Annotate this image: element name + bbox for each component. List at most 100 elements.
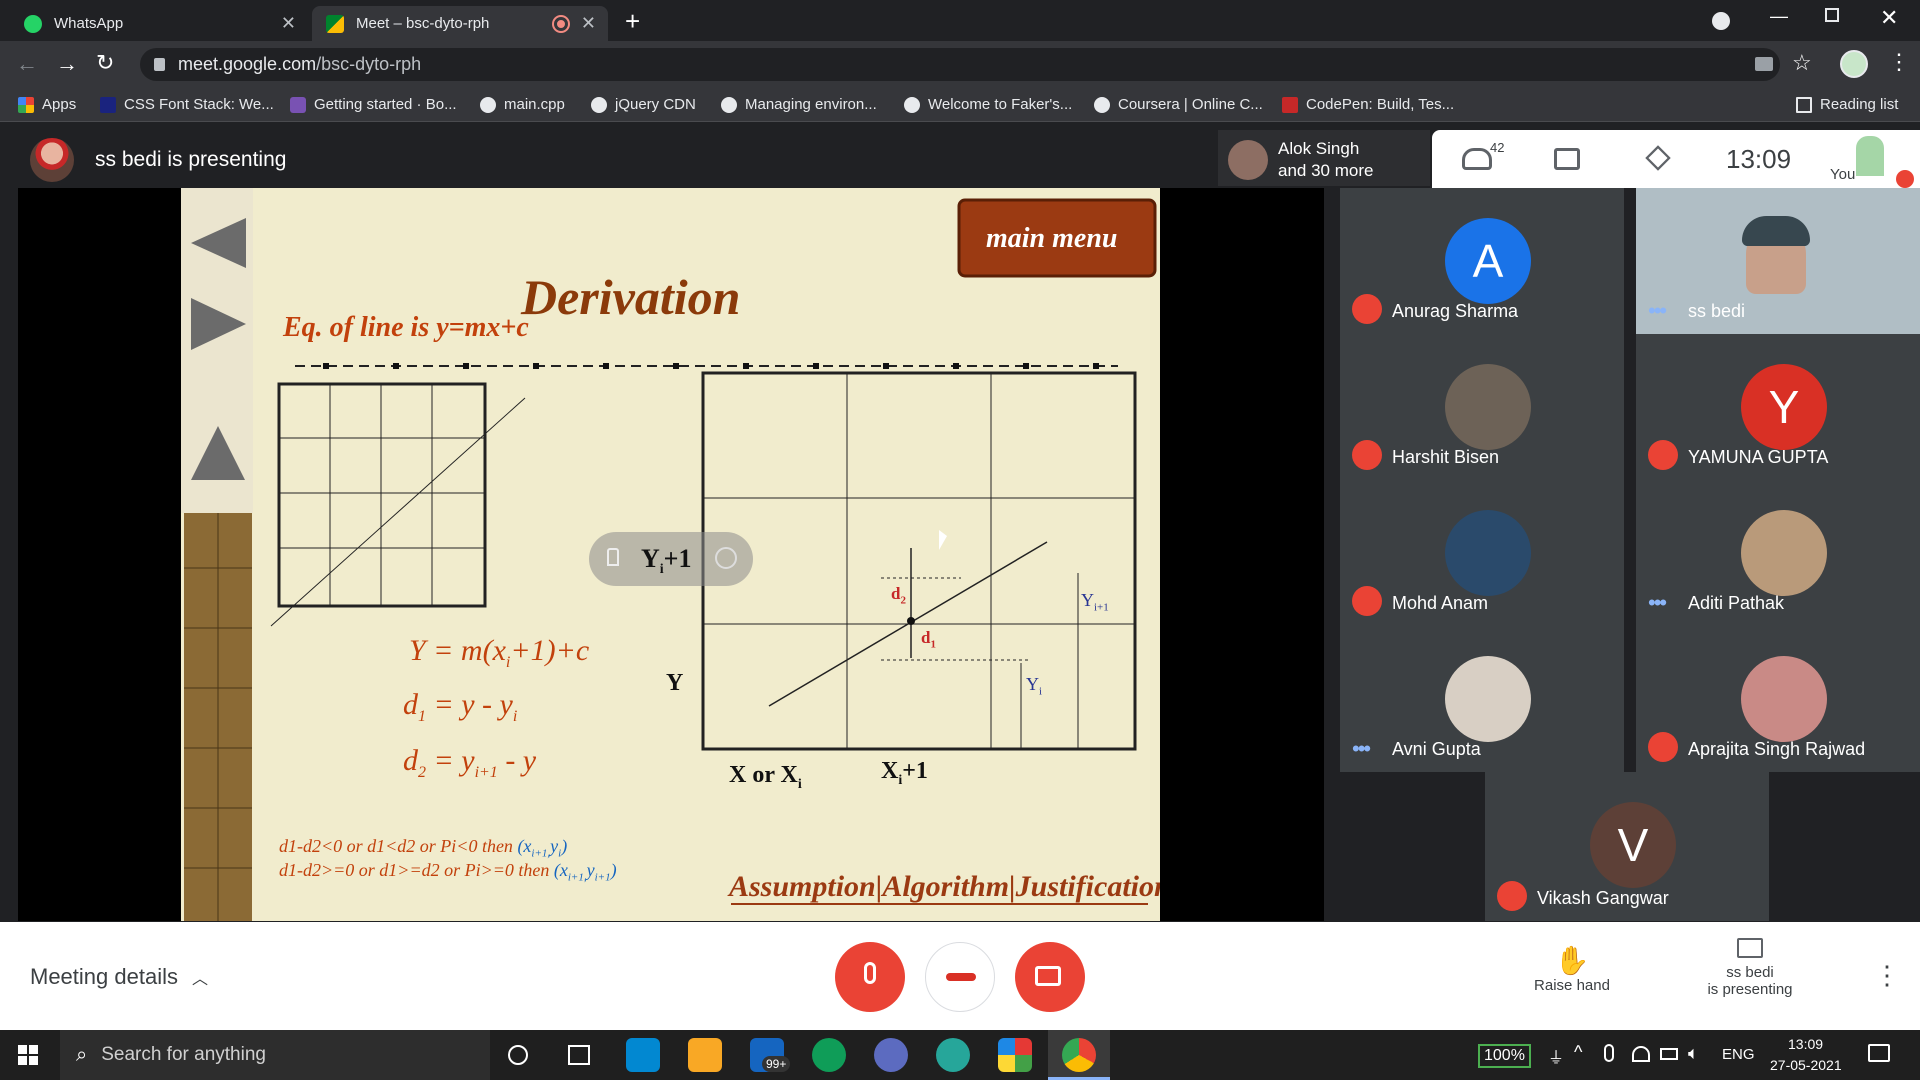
camera-off-icon	[1035, 966, 1061, 986]
pinned-tile-overlay[interactable]: Yi+1	[589, 532, 753, 586]
back-icon[interactable]: ←	[16, 51, 38, 77]
forward-icon[interactable]: →	[56, 51, 78, 77]
slide-title: Derivation	[521, 269, 741, 325]
taskbar-time[interactable]: 13:09	[1788, 1036, 1823, 1052]
mic-toggle-button[interactable]	[835, 942, 905, 1012]
lms-app-icon[interactable]	[626, 1038, 660, 1072]
r-app-icon[interactable]	[874, 1038, 908, 1072]
participant-tile[interactable]: Aprajita Singh Rajwad	[1636, 626, 1920, 772]
presenting-line-2: is presenting	[1707, 981, 1793, 998]
tab-whatsapp[interactable]: WhatsApp ✕	[10, 6, 308, 41]
minimize-icon[interactable]: —	[1770, 6, 1788, 27]
tab-search-icon[interactable]	[1712, 12, 1730, 30]
people-icon[interactable]	[1462, 148, 1492, 170]
others-avatar	[1228, 140, 1268, 180]
close-tab-icon[interactable]: ✕	[281, 13, 296, 34]
reading-list-button[interactable]: Reading list	[1796, 96, 1898, 113]
bookmark-label: Welcome to Faker's...	[928, 96, 1073, 113]
presenter-bar: ss bedi is presenting Alok Singh and 30 …	[0, 122, 1920, 188]
bookmark-coursera[interactable]: Coursera | Online C...	[1094, 96, 1263, 113]
main-menu-button[interactable]: main menu	[986, 223, 1117, 255]
taskbar-search[interactable]: ⌕ Search for anything	[60, 1030, 490, 1080]
battery-icon[interactable]	[1660, 1048, 1678, 1060]
present-screen-icon	[1737, 938, 1763, 958]
file-explorer-icon[interactable]	[688, 1038, 722, 1072]
show-hidden-icon[interactable]: ^	[1574, 1042, 1582, 1063]
new-tab-icon[interactable]: +	[625, 6, 640, 37]
tab-title: Meet – bsc-dyto-rph	[356, 15, 490, 32]
search-placeholder: Search for anything	[101, 1044, 266, 1065]
remove-icon[interactable]	[715, 547, 737, 569]
bookmark-css-font[interactable]: CSS Font Stack: We...	[100, 96, 274, 113]
windows-taskbar: ⌕ Search for anything 99+ 100% ⏚ ^ 🔈︎ EN…	[0, 1030, 1920, 1080]
wifi-icon[interactable]	[1632, 1046, 1650, 1062]
participant-tile[interactable]: A Anurag Sharma	[1340, 188, 1624, 334]
participant-tile[interactable]: Mohd Anam	[1340, 480, 1624, 626]
participant-name: Harshit Bisen	[1392, 447, 1500, 467]
camera-blocked-icon[interactable]	[1755, 57, 1773, 71]
presenting-button[interactable]: ss bedi is presenting	[1690, 938, 1810, 998]
recording-icon	[554, 17, 568, 31]
camera-toggle-button[interactable]	[1015, 942, 1085, 1012]
reading-list-label: Reading list	[1820, 96, 1899, 113]
participant-tile[interactable]: V Vikash Gangwar	[1485, 772, 1769, 921]
yi-label: Yi	[1026, 674, 1043, 698]
windows-start-icon[interactable]	[18, 1045, 38, 1065]
activities-icon[interactable]	[1645, 145, 1671, 171]
bookmark-label: Coursera | Online C...	[1118, 96, 1263, 113]
url-path: /bsc-dyto-rph	[316, 54, 422, 74]
cssfont-icon	[100, 96, 116, 113]
maximize-icon[interactable]	[1825, 8, 1839, 22]
bookmark-label: CSS Font Stack: We...	[124, 96, 274, 113]
self-view[interactable]	[1856, 136, 1884, 176]
bookmark-jquery[interactable]: jQuery CDN	[591, 96, 696, 113]
chevron-up-icon: ︿	[191, 971, 208, 988]
app-grid-icon[interactable]	[998, 1038, 1032, 1072]
profile-avatar[interactable]	[1840, 50, 1868, 78]
taskbar-date[interactable]: 27-05-2021	[1770, 1057, 1842, 1073]
close-tab-icon[interactable]: ✕	[581, 13, 596, 34]
slide-nav-links[interactable]: Assumption|Algorithm|Justification	[729, 870, 1160, 904]
participant-tile[interactable]: Harshit Bisen	[1340, 334, 1624, 480]
cortana-icon[interactable]	[508, 1045, 528, 1065]
bookmark-bootstrap[interactable]: Getting started · Bo...	[290, 96, 457, 113]
globe-icon	[480, 96, 496, 113]
others-more: and 30 more	[1278, 161, 1374, 180]
browser-menu-icon[interactable]: ⋮	[1888, 49, 1910, 75]
bookmark-apps[interactable]: Apps	[18, 96, 76, 113]
participant-tile[interactable]: ••• ss bedi	[1636, 188, 1920, 334]
address-bar[interactable]: meet.google.com/bsc-dyto-rph	[140, 48, 1780, 81]
pin-icon[interactable]	[607, 548, 619, 566]
participant-tile[interactable]: Y YAMUNA GUPTA	[1636, 334, 1920, 480]
notifications-icon[interactable]	[1868, 1044, 1890, 1062]
d1-label: d1	[921, 628, 936, 651]
reload-icon[interactable]: ↻	[96, 50, 114, 76]
bookmark-main-cpp[interactable]: main.cpp	[480, 96, 565, 113]
close-window-icon[interactable]: ✕	[1880, 5, 1898, 31]
language-indicator[interactable]: ENG	[1722, 1046, 1755, 1063]
meeting-details-button[interactable]: Meeting details ︿	[30, 964, 208, 990]
leave-call-button[interactable]	[925, 942, 995, 1012]
bookmark-faker[interactable]: Welcome to Faker's...	[904, 96, 1072, 113]
more-options-icon[interactable]: ⋮	[1874, 960, 1900, 991]
edge-icon[interactable]	[812, 1038, 846, 1072]
plug-icon[interactable]: ⏚	[1548, 1044, 1564, 1068]
apps-grid-icon	[18, 96, 34, 113]
bookmark-managing[interactable]: Managing environ...	[721, 96, 877, 113]
raise-hand-button[interactable]: ✋ Raise hand	[1525, 944, 1619, 994]
participant-tile[interactable]: ••• Avni Gupta	[1340, 626, 1624, 772]
tab-meet[interactable]: Meet – bsc-dyto-rph ✕	[312, 6, 608, 41]
globe-icon	[904, 96, 920, 113]
bookmark-codepen[interactable]: CodePen: Build, Tes...	[1282, 96, 1454, 113]
bookmark-star-icon[interactable]: ☆	[1792, 50, 1812, 76]
atom-icon[interactable]	[936, 1038, 970, 1072]
participant-tile[interactable]: ••• Aditi Pathak	[1636, 480, 1920, 626]
raise-hand-label: Raise hand	[1534, 977, 1610, 994]
volume-icon[interactable]: 🔈︎	[1688, 1043, 1699, 1064]
task-view-icon[interactable]	[568, 1045, 590, 1065]
formula-d2: d2 = yi+1 - y	[403, 744, 537, 781]
others-chip[interactable]: Alok Singh and 30 more	[1218, 130, 1430, 186]
chrome-taskbar-button[interactable]	[1048, 1030, 1110, 1080]
speaking-icon: •••	[1648, 590, 1667, 615]
chat-icon[interactable]	[1554, 148, 1580, 170]
